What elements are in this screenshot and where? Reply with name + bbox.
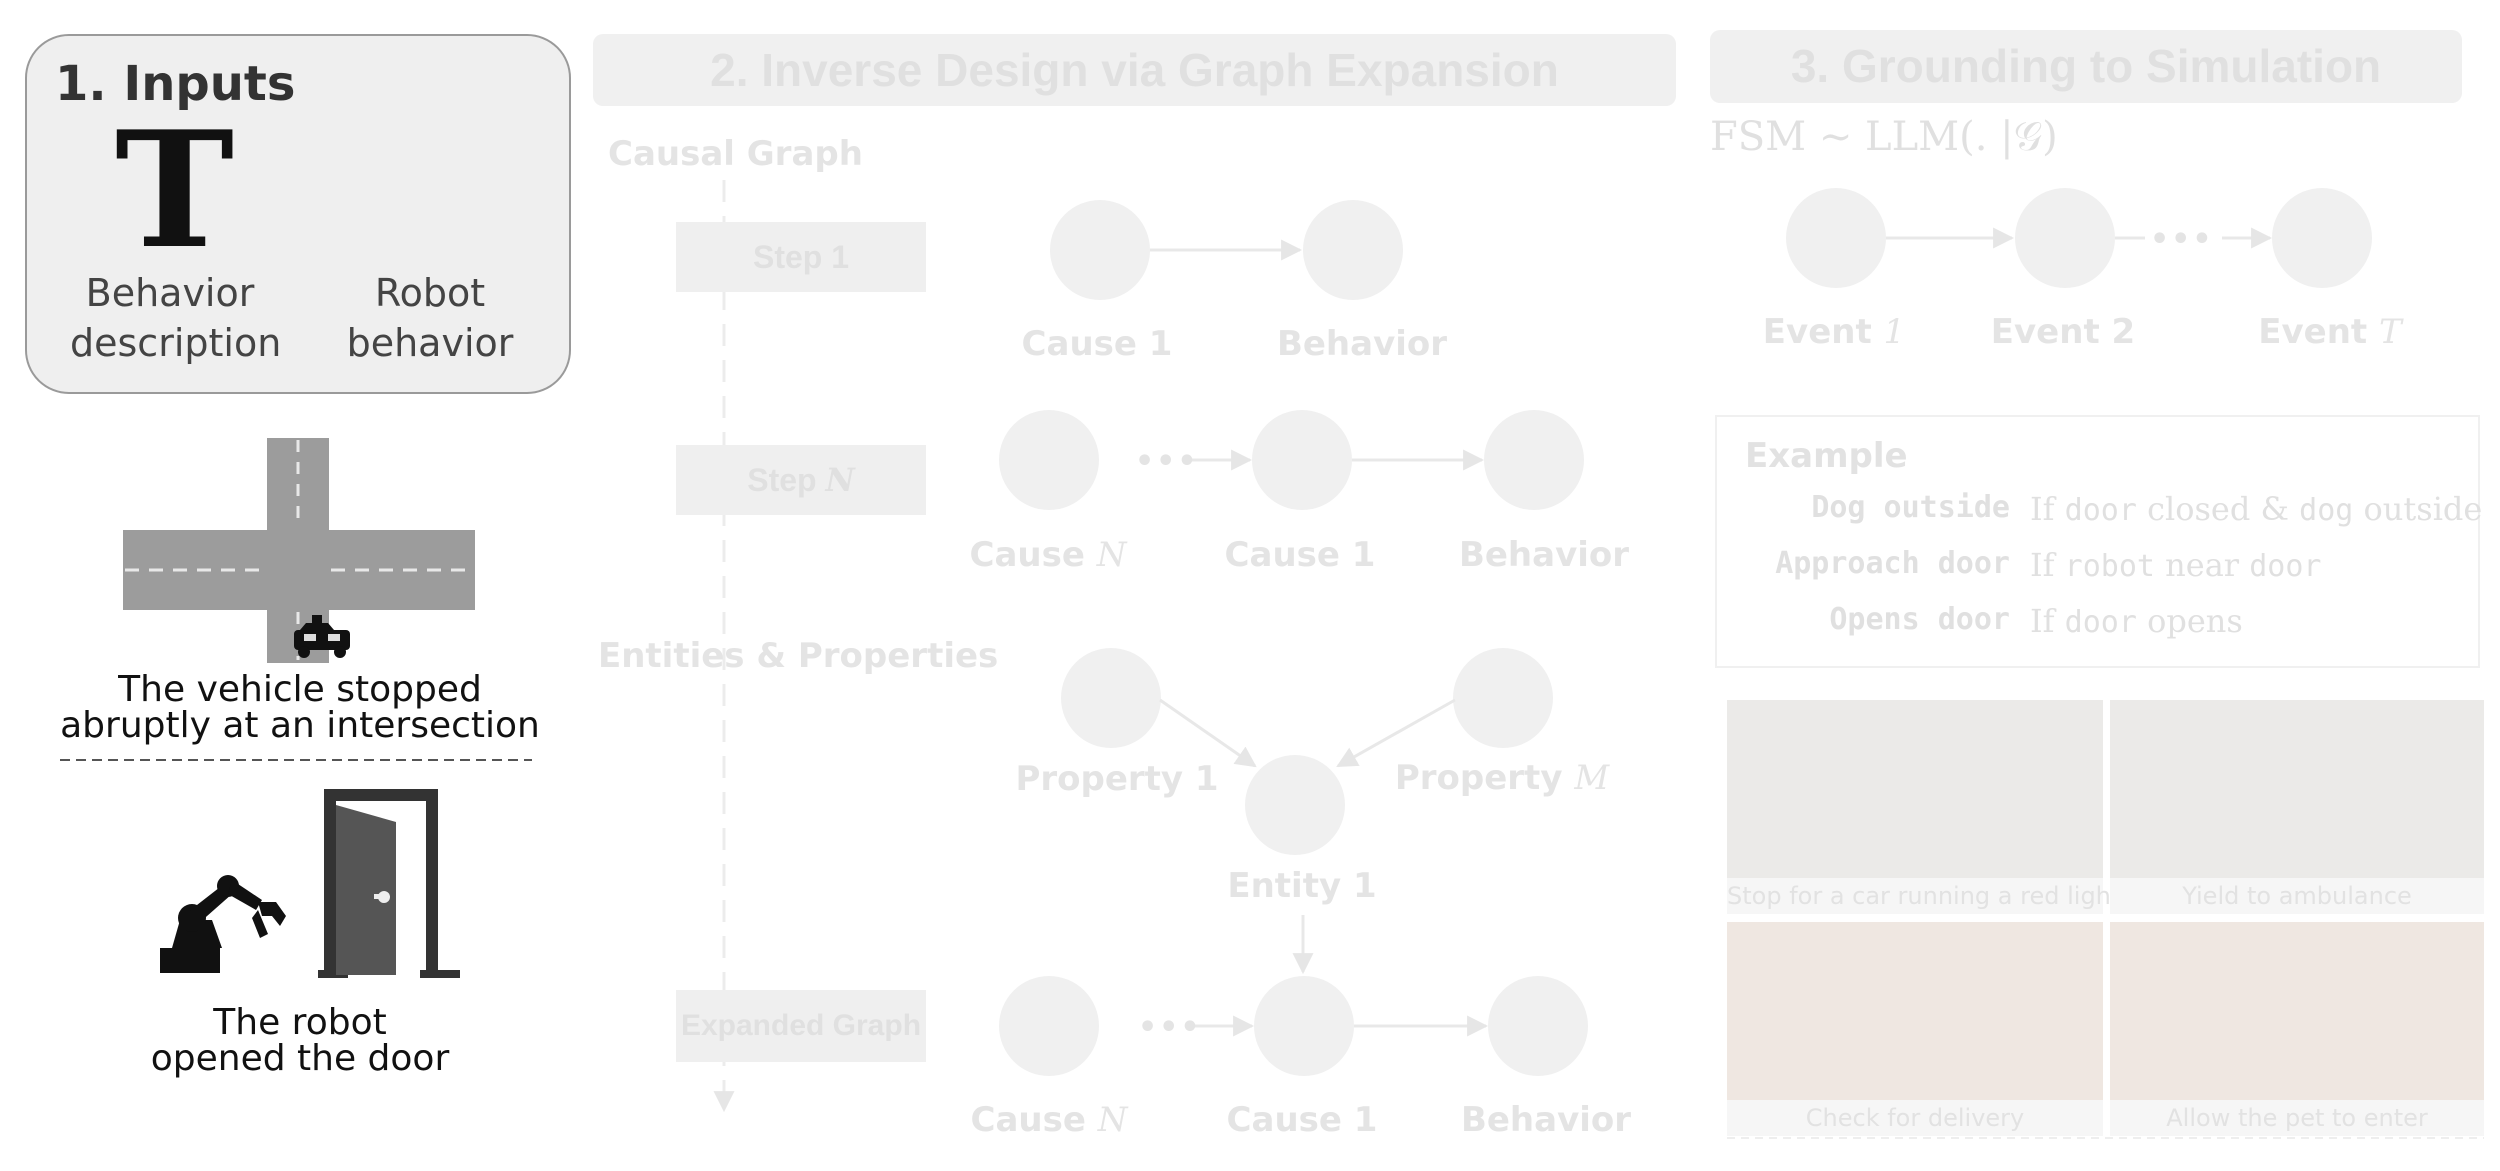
node-causeN-expanded bbox=[999, 976, 1099, 1076]
example-row-condition: If door closed & dog outside bbox=[2030, 490, 2483, 528]
panel2-header: 2. Inverse Design via Graph Expansion bbox=[593, 34, 1676, 106]
caption-ambulance: Yield to ambulance bbox=[2110, 878, 2484, 914]
example-row-key: Approach door bbox=[1775, 546, 2010, 581]
example-row-key: Opens door bbox=[1829, 602, 2010, 637]
stepN-box: Step N bbox=[676, 445, 926, 515]
text-icon: T bbox=[115, 96, 235, 284]
event-nodes bbox=[1786, 188, 2372, 288]
intersection-icon bbox=[123, 438, 475, 663]
label-event2: Event 2 bbox=[1990, 312, 2136, 352]
label-cause1-expanded: Cause 1 bbox=[1226, 1100, 1378, 1140]
expanded-graph-box: Expanded Graph bbox=[676, 990, 926, 1062]
dots-expanded: ••• bbox=[1138, 1010, 1202, 1045]
example-row-key: Dog outside bbox=[1811, 490, 2010, 525]
label-propertyM: Property M bbox=[1394, 758, 1610, 798]
label-behavior-step1: Behavior bbox=[1276, 324, 1448, 364]
node-causeN-stepN bbox=[999, 410, 1099, 510]
entities-label: Entities & Properties bbox=[598, 636, 999, 676]
label-behavior-stepN: Behavior bbox=[1458, 535, 1630, 575]
thumb-delivery bbox=[1727, 922, 2103, 1100]
example-row-condition: If robot near door bbox=[2030, 546, 2322, 584]
node-entity1 bbox=[1245, 755, 1345, 855]
label-behavior-expanded: Behavior bbox=[1460, 1100, 1632, 1140]
node-propertyM bbox=[1453, 648, 1553, 748]
panel2-title: 2. Inverse Design via Graph Expansion bbox=[710, 44, 1559, 96]
node-cause1-stepN bbox=[1252, 410, 1352, 510]
label-eventT: Event T bbox=[2258, 312, 2402, 352]
panel3-header: 3. Grounding to Simulation bbox=[1710, 30, 2462, 103]
caption-red-light: Stop for a car running a red light bbox=[1727, 878, 2120, 914]
example-row-condition: If door opens bbox=[2030, 602, 2243, 640]
node-behavior-stepN bbox=[1484, 410, 1584, 510]
node-eventT bbox=[2272, 188, 2372, 288]
label-causeN-expanded: Cause N bbox=[970, 1100, 1128, 1140]
example-title: Example bbox=[1745, 436, 1908, 476]
node-event1 bbox=[1786, 188, 1886, 288]
behavior-description-label: Behavior description bbox=[70, 271, 282, 365]
thumb-pet bbox=[2110, 922, 2484, 1100]
label-event1: Event 1 bbox=[1762, 312, 1906, 352]
door-icon bbox=[318, 789, 460, 978]
fsm-formula: FSM ∼ LLM(. |𝒢) bbox=[1710, 114, 2058, 160]
thumb-ambulance bbox=[2110, 700, 2484, 878]
label-causeN-stepN: Cause N bbox=[969, 535, 1127, 575]
node-behavior-expanded bbox=[1488, 976, 1588, 1076]
robot-arm-icon bbox=[160, 875, 286, 973]
example-vehicle-caption: The vehicle stopped abruptly at an inter… bbox=[60, 669, 540, 746]
graph-edges bbox=[1150, 239, 1489, 1037]
node-behavior-step1 bbox=[1303, 200, 1403, 300]
label-property1: Property 1 bbox=[1015, 759, 1219, 799]
node-property1 bbox=[1061, 648, 1161, 748]
caption-pet: Allow the pet to enter bbox=[2110, 1100, 2484, 1136]
caption-delivery: Check for delivery bbox=[1727, 1100, 2103, 1136]
thumb-red-light bbox=[1727, 700, 2103, 878]
dots-events: ••• bbox=[2150, 222, 2214, 257]
label-cause1-step1: Cause 1 bbox=[1021, 324, 1173, 364]
dots-stepN: ••• bbox=[1135, 444, 1199, 479]
node-cause1-step1 bbox=[1050, 200, 1150, 300]
node-event2 bbox=[2015, 188, 2115, 288]
causal-graph-label: Causal Graph bbox=[608, 134, 863, 174]
label-entity1: Entity 1 bbox=[1227, 866, 1377, 906]
label-cause1-stepN: Cause 1 bbox=[1224, 535, 1376, 575]
step1-box: Step 1 bbox=[676, 222, 926, 292]
node-cause1-expanded bbox=[1254, 976, 1354, 1076]
example-robot-caption: The robot opened the door bbox=[150, 1002, 450, 1079]
panel3-title: 3. Grounding to Simulation bbox=[1790, 40, 2382, 92]
robot-behavior-label: Robot behavior bbox=[346, 271, 514, 365]
